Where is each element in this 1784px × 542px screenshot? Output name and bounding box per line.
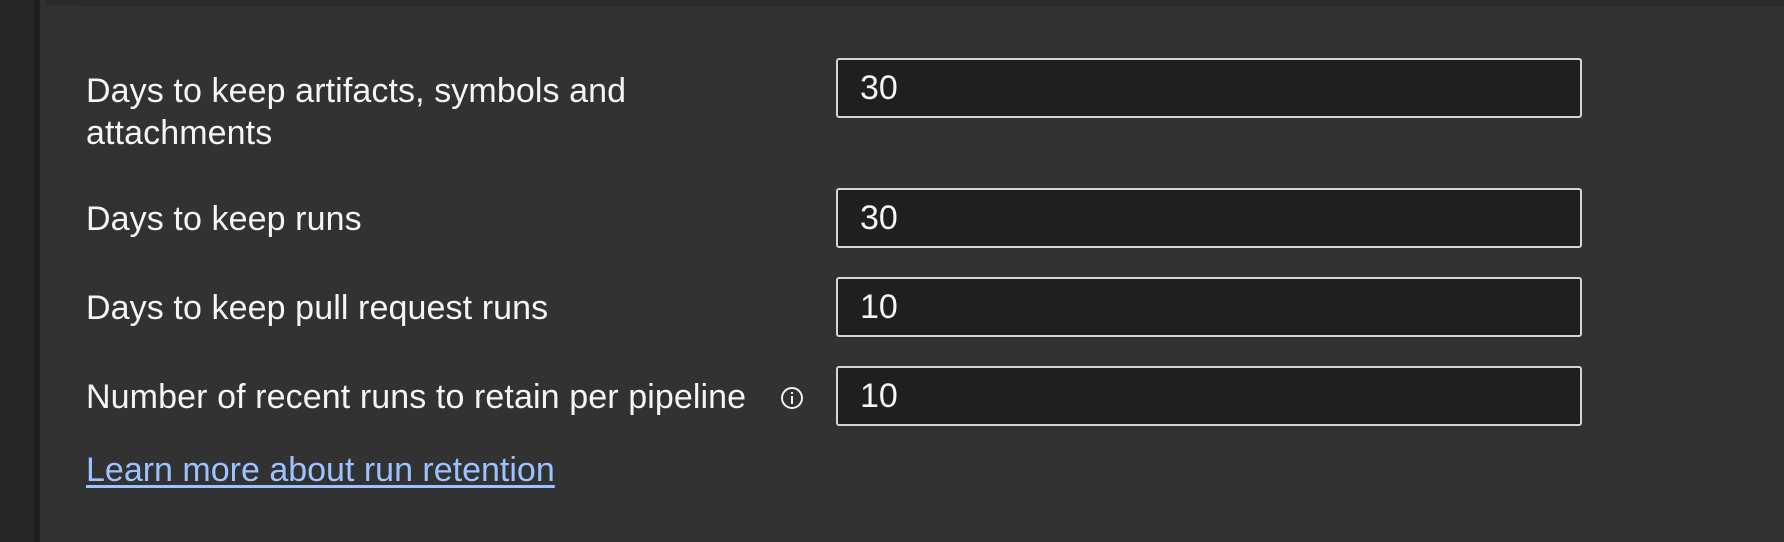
artifacts-days-row: Days to keep artifacts, symbols and atta… [86,58,1586,158]
recent-runs-row: Number of recent runs to retain per pipe… [86,366,1586,430]
pr-runs-days-input[interactable] [836,277,1582,337]
gutter-edge [34,0,40,542]
artifacts-days-input[interactable] [836,58,1582,118]
top-band-inner [86,0,1784,6]
recent-runs-input[interactable] [836,366,1582,426]
left-gutter [0,0,40,542]
recent-runs-label: Number of recent runs to retain per pipe… [86,378,747,416]
runs-days-input[interactable] [836,188,1582,248]
runs-days-row: Days to keep runs [86,188,1586,252]
pr-runs-days-row: Days to keep pull request runs [86,277,1586,341]
runs-days-label: Days to keep runs [86,200,362,238]
info-icon[interactable] [781,387,803,409]
learn-more-link[interactable]: Learn more about run retention [86,449,555,491]
top-band [46,0,1784,6]
pr-runs-days-label: Days to keep pull request runs [86,289,549,327]
artifacts-days-label: Days to keep artifacts, symbols and atta… [86,72,627,152]
